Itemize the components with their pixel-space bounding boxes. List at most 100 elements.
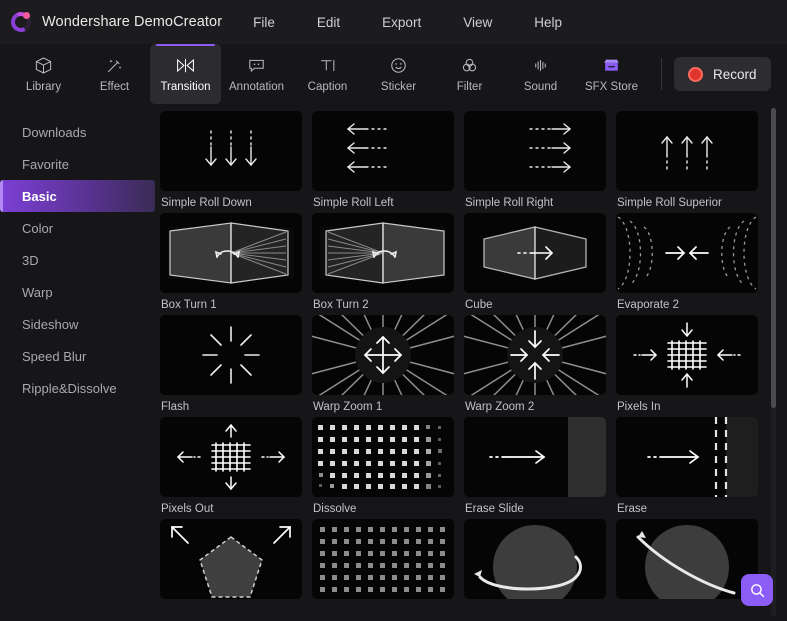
transition-thumbnail[interactable]	[312, 417, 454, 497]
sidebar-item-sideshow[interactable]: Sideshow	[0, 308, 155, 340]
record-button[interactable]: Record	[674, 57, 771, 91]
transition-label: Evaporate 2	[617, 299, 680, 311]
sidebar-item-warp[interactable]: Warp	[0, 276, 155, 308]
sidebar-item-label: Sideshow	[22, 316, 79, 332]
transition-thumbnail[interactable]	[160, 111, 302, 191]
sidebar-item-speed-blur[interactable]: Speed Blur	[0, 340, 155, 372]
transition-card[interactable]: Dissolve	[312, 417, 464, 515]
transition-thumbnail[interactable]	[312, 519, 454, 599]
transition-card[interactable]: Flash	[160, 315, 312, 413]
toolbar-divider	[661, 58, 662, 90]
transition-card[interactable]: Pixels In	[616, 315, 768, 413]
transition-card[interactable]: Pixels Out	[160, 417, 312, 515]
sidebar-item-basic[interactable]: Basic	[0, 180, 155, 212]
tab-filter[interactable]: Filter	[434, 44, 505, 104]
app-title: Wondershare DemoCreator	[42, 14, 223, 30]
transition-thumbnail[interactable]	[616, 519, 758, 599]
transition-card[interactable]: Evaporate 2	[616, 213, 768, 311]
democreator-logo-icon	[8, 9, 34, 35]
tab-sound[interactable]: Sound	[505, 44, 576, 104]
transition-thumbnail[interactable]	[616, 213, 758, 293]
transition-thumbnail[interactable]	[464, 519, 606, 599]
transition-thumbnail[interactable]	[160, 519, 302, 599]
transition-thumbnail[interactable]	[464, 111, 606, 191]
tab-sfx-store[interactable]: SFX Store	[576, 44, 647, 104]
sidebar-item-label: Speed Blur	[22, 348, 87, 364]
transition-thumbnail[interactable]	[464, 315, 606, 395]
transition-card[interactable]: Simple Roll Right	[464, 111, 616, 209]
store-icon	[602, 55, 621, 76]
sidebar-item-label: Ripple&Dissolve	[22, 380, 117, 396]
transition-thumbnail[interactable]	[160, 213, 302, 293]
transition-card[interactable]	[464, 519, 616, 605]
callout-icon	[247, 55, 266, 76]
tab-sound-label: Sound	[523, 81, 558, 93]
sidebar-item-favorite[interactable]: Favorite	[0, 148, 155, 180]
transition-label: Erase	[617, 503, 648, 515]
transition-thumbnail[interactable]	[312, 213, 454, 293]
transition-card[interactable]: Box Turn 1	[160, 213, 312, 311]
menu-export[interactable]: Export	[382, 11, 421, 34]
transition-label: Box Turn 2	[313, 299, 369, 311]
transition-label: Simple Roll Right	[465, 197, 554, 209]
transition-card[interactable]: Simple Roll Superior	[616, 111, 768, 209]
tab-library[interactable]: Library	[8, 44, 79, 104]
sidebar-item-downloads[interactable]: Downloads	[0, 116, 155, 148]
tab-transition[interactable]: Transition	[150, 44, 221, 104]
transition-thumbnail[interactable]	[616, 315, 758, 395]
transition-card[interactable]	[312, 519, 464, 605]
record-button-label: Record	[713, 66, 757, 82]
transition-card[interactable]: Box Turn 2	[312, 213, 464, 311]
tab-sfx-store-label: SFX Store	[584, 81, 639, 93]
tab-sticker[interactable]: Sticker	[363, 44, 434, 104]
transition-thumbnail[interactable]	[464, 417, 606, 497]
sidebar-item-label: 3D	[22, 252, 39, 268]
sidebar-item-label: Downloads	[22, 124, 87, 140]
transition-thumbnail[interactable]	[616, 111, 758, 191]
transition-label: Erase Slide	[465, 503, 524, 515]
transition-label: Dissolve	[313, 503, 357, 515]
transition-card[interactable]: Erase	[616, 417, 768, 515]
transition-thumbnail[interactable]	[464, 213, 606, 293]
transition-browser: Simple Roll Down Simple Roll Left Simple…	[155, 104, 787, 621]
transition-label: Simple Roll Superior	[617, 197, 722, 209]
transition-thumbnail[interactable]	[312, 111, 454, 191]
transition-label: Pixels In	[617, 401, 661, 413]
sidebar-item-label: Basic	[22, 188, 57, 204]
sidebar-item-3d[interactable]: 3D	[0, 244, 155, 276]
transition-thumbnail[interactable]	[160, 315, 302, 395]
transition-icon	[175, 55, 196, 76]
circles-icon	[460, 55, 479, 76]
menu-view[interactable]: View	[463, 11, 492, 34]
tab-annotation[interactable]: Annotation	[221, 44, 292, 104]
feature-toolbar: Library Effect Transition Annotation Cap…	[0, 44, 787, 104]
transition-card[interactable]: Cube	[464, 213, 616, 311]
tab-effect[interactable]: Effect	[79, 44, 150, 104]
waveform-icon	[531, 55, 550, 76]
transition-card[interactable]: Erase Slide	[464, 417, 616, 515]
transition-card[interactable]: Warp Zoom 2	[464, 315, 616, 413]
transition-label: Simple Roll Left	[313, 197, 394, 209]
transition-card[interactable]: Simple Roll Down	[160, 111, 312, 209]
menu-edit[interactable]: Edit	[317, 11, 340, 34]
tab-library-label: Library	[25, 81, 62, 93]
transition-card[interactable]: Warp Zoom 1	[312, 315, 464, 413]
main-body: Downloads Favorite Basic Color 3D Warp S…	[0, 104, 787, 621]
transition-card[interactable]	[160, 519, 312, 605]
tab-effect-label: Effect	[99, 81, 130, 93]
tab-caption-label: Caption	[307, 81, 348, 93]
transition-card[interactable]: Simple Roll Left	[312, 111, 464, 209]
search-button[interactable]	[741, 574, 773, 606]
menu-file[interactable]: File	[253, 11, 275, 34]
scrollbar-thumb[interactable]	[771, 108, 776, 408]
content-scrollbar[interactable]	[771, 108, 776, 617]
tab-caption[interactable]: Caption	[292, 44, 363, 104]
transition-thumbnail[interactable]	[160, 417, 302, 497]
transition-thumbnail[interactable]	[312, 315, 454, 395]
sidebar-item-label: Warp	[22, 284, 53, 300]
menu-help[interactable]: Help	[534, 11, 562, 34]
sidebar-item-color[interactable]: Color	[0, 212, 155, 244]
sidebar-item-ripple-dissolve[interactable]: Ripple&Dissolve	[0, 372, 155, 404]
sidebar-item-label: Color	[22, 220, 54, 236]
transition-thumbnail[interactable]	[616, 417, 758, 497]
